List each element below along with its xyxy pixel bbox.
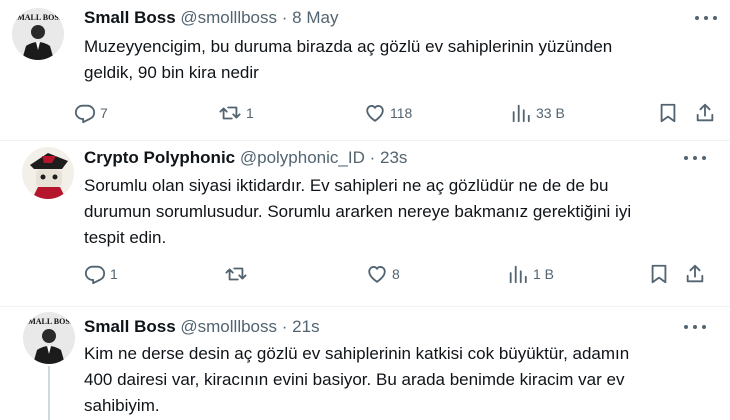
tweet-3[interactable]: SMALL BOSS Small Boss @smolllboss · 21s … <box>0 307 730 420</box>
tweet-header: Small Boss @smolllboss · 8 May <box>84 8 338 28</box>
reply-icon <box>84 265 106 285</box>
author-name[interactable]: Crypto Polyphonic <box>84 148 235 167</box>
views-count: 33 B <box>536 105 565 121</box>
bookmark-icon <box>651 264 667 284</box>
author-name[interactable]: Small Boss <box>84 8 176 27</box>
tweet-header: Crypto Polyphonic @polyphonic_ID · 23s <box>84 148 407 168</box>
tweet-text-line: Kim ne derse desin aç gözlü ev sahipleri… <box>84 344 630 363</box>
tweet-header: Small Boss @smolllboss · 21s <box>84 317 320 337</box>
reply-button[interactable]: 7 <box>74 101 108 125</box>
heart-icon <box>368 266 386 283</box>
retweet-count: 1 <box>246 105 254 121</box>
like-count: 118 <box>390 105 413 121</box>
timestamp[interactable]: 8 May <box>292 8 338 27</box>
views-button[interactable]: 33 B <box>510 101 565 125</box>
avatar[interactable]: SMALL BOSS <box>12 8 64 60</box>
tweet-text-line: Sorumlu olan siyasi iktidardır. Ev sahip… <box>84 176 609 195</box>
avatar[interactable] <box>22 147 74 199</box>
tweet-2[interactable]: Crypto Polyphonic @polyphonic_ID · 23s S… <box>0 141 730 305</box>
timestamp[interactable]: 21s <box>292 317 319 336</box>
tweet-text: Muzeyyencigim, bu duruma birazda aç gözl… <box>84 34 704 86</box>
reply-icon <box>74 104 96 124</box>
views-button[interactable]: 1 B <box>507 262 554 286</box>
tweet-text: Kim ne derse desin aç gözlü ev sahipleri… <box>84 341 704 419</box>
views-count: 1 B <box>533 266 555 282</box>
tweet-text-line: Muzeyyencigim, bu duruma birazda aç gözl… <box>84 37 613 56</box>
more-options-icon[interactable] <box>684 322 706 332</box>
avatar-logo-text: SMALL BOSS <box>24 317 75 326</box>
share-button[interactable] <box>684 262 706 286</box>
like-button[interactable]: 8 <box>366 262 400 286</box>
tweet-text-line: geldik, 90 bin kira nedir <box>84 63 259 82</box>
separator: · <box>281 317 288 336</box>
reply-count: 1 <box>110 266 118 282</box>
author-handle[interactable]: @polyphonic_ID <box>240 148 365 167</box>
share-icon <box>686 264 704 283</box>
retweet-icon <box>219 106 241 120</box>
separator: · <box>369 148 376 167</box>
tweet-text-line: durumun sorumlusudur. Sorumlu ararken ne… <box>84 202 632 221</box>
timestamp[interactable]: 23s <box>380 148 407 167</box>
author-handle[interactable]: @smolllboss <box>180 8 277 27</box>
author-handle[interactable]: @smolllboss <box>180 317 277 336</box>
heart-icon <box>366 105 384 122</box>
tweet-text-line: sahibiyim. <box>84 396 160 415</box>
retweet-button[interactable]: 1 <box>218 101 254 125</box>
views-chart-icon <box>509 265 527 284</box>
tweet-text-line: tespit edin. <box>84 228 167 247</box>
like-count: 8 <box>392 266 400 282</box>
views-chart-icon <box>512 104 530 123</box>
reply-count: 7 <box>100 105 108 121</box>
retweet-icon <box>225 267 247 281</box>
like-button[interactable]: 118 <box>364 101 412 125</box>
tweet-text-line: 400 dairesi var, kiracının evini basiyor… <box>84 370 625 389</box>
bookmark-icon <box>660 103 676 123</box>
author-name[interactable]: Small Boss <box>84 317 176 336</box>
bookmark-button[interactable] <box>648 262 670 286</box>
share-button[interactable] <box>694 101 716 125</box>
more-options-icon[interactable] <box>684 153 706 163</box>
more-options-icon[interactable] <box>695 13 717 23</box>
share-icon <box>696 103 714 122</box>
reply-button[interactable]: 1 <box>84 262 118 286</box>
avatar[interactable]: SMALL BOSS <box>23 312 75 364</box>
bookmark-button[interactable] <box>657 101 679 125</box>
tweet-text: Sorumlu olan siyasi iktidardır. Ev sahip… <box>84 173 704 251</box>
separator: · <box>281 8 288 27</box>
retweet-button[interactable] <box>224 262 252 286</box>
avatar-logo-text: SMALL BOSS <box>13 13 64 22</box>
tweet-1[interactable]: SMALL BOSS Small Boss @smolllboss · 8 Ma… <box>0 0 730 140</box>
